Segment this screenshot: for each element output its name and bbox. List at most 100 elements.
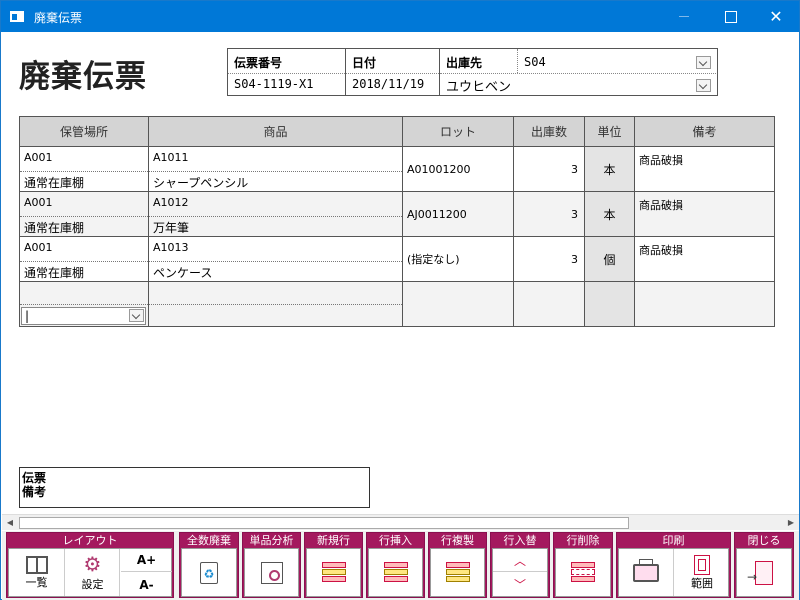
- minimize-button[interactable]: [661, 1, 707, 32]
- copy-row-button[interactable]: [430, 548, 485, 597]
- insert-row-label: 行挿入: [379, 534, 412, 547]
- close-window-button[interactable]: ✕: [753, 1, 799, 32]
- page-title: 廃棄伝票: [19, 59, 147, 95]
- dest-label: 出庫先: [446, 56, 483, 70]
- delete-row-button[interactable]: [555, 548, 611, 597]
- unit-value: 本: [585, 147, 634, 191]
- discard-all-button[interactable]: ♻: [181, 548, 237, 597]
- chevron-down-icon[interactable]: [696, 79, 711, 92]
- slip-no-field[interactable]: S04-1119-X1: [234, 77, 313, 91]
- col-header-location[interactable]: 保管場所: [19, 116, 149, 147]
- scrollbar-thumb[interactable]: [19, 517, 629, 529]
- move-up-button[interactable]: ︿: [493, 549, 547, 572]
- date-field[interactable]: 2018/11/19: [352, 77, 424, 91]
- list-button[interactable]: 一覧: [9, 549, 65, 596]
- memo-label-line2: 備考: [22, 485, 47, 499]
- lot-cell[interactable]: [402, 281, 514, 327]
- window-title: 廃棄伝票: [34, 11, 83, 25]
- location-cell[interactable]: A001 通常在庫棚: [19, 236, 149, 282]
- horizontal-scrollbar[interactable]: ◀ ▶: [2, 514, 799, 530]
- chevron-down-icon[interactable]: [696, 56, 711, 69]
- item-analysis-button[interactable]: [244, 548, 299, 597]
- note-cell[interactable]: 商品破損: [634, 146, 775, 192]
- location-name: 通常在庫棚: [20, 261, 148, 282]
- copy-row-icon: [445, 561, 470, 584]
- col-header-lot[interactable]: ロット: [402, 116, 514, 147]
- print-range-label: 範囲: [691, 576, 713, 590]
- location-code: A001: [24, 151, 53, 164]
- chevron-down-icon[interactable]: [129, 309, 144, 322]
- memo-field[interactable]: 伝票 備考: [19, 467, 370, 508]
- delete-row-icon: [571, 561, 595, 584]
- print-group-body: 範囲: [618, 548, 729, 597]
- chevron-down-icon: ﹀: [513, 578, 526, 592]
- exit-door-icon: →: [747, 560, 773, 585]
- col-header-qty[interactable]: 出庫数: [513, 116, 585, 147]
- insert-row-icon: [383, 561, 408, 584]
- qty-value: 3: [571, 162, 578, 176]
- lot-cell[interactable]: AJ0011200: [402, 191, 514, 237]
- item-cell[interactable]: A1011 シャープペンシル: [148, 146, 403, 192]
- scroll-left-icon[interactable]: ◀: [2, 515, 18, 531]
- new-row-icon: [321, 561, 346, 584]
- font-up-label: A+: [136, 553, 157, 567]
- scroll-right-icon[interactable]: ▶: [783, 515, 799, 531]
- font-down-label: A-: [139, 577, 154, 592]
- app-icon: [10, 11, 24, 22]
- note-cell[interactable]: [634, 281, 775, 327]
- note-cell[interactable]: 商品破損: [634, 191, 775, 237]
- insert-row-group: 行挿入: [366, 532, 425, 598]
- item-cell[interactable]: A1013 ペンケース: [148, 236, 403, 282]
- item-code: A1012: [153, 196, 189, 209]
- item-cell[interactable]: A1012 万年筆: [148, 191, 403, 237]
- copy-row-group: 行複製: [428, 532, 487, 598]
- location-input[interactable]: |: [25, 309, 29, 323]
- dest-code-combo[interactable]: S04: [524, 55, 546, 69]
- lot-cell[interactable]: (指定なし): [402, 236, 514, 282]
- maximize-button[interactable]: [707, 1, 753, 32]
- table-row[interactable]: A001 通常在庫棚 A1012 万年筆 AJ0011200 3 本 商品破損: [19, 191, 775, 237]
- new-row-group: 新規行: [304, 532, 363, 598]
- insert-row-button[interactable]: [368, 548, 423, 597]
- table-row[interactable]: A001 通常在庫棚 A1011 シャープペンシル A01001200 3 本 商品…: [19, 146, 775, 192]
- font-up-button[interactable]: A+: [121, 549, 172, 572]
- layout-group: レイアウト 一覧 ⚙ 設定 A+ A-: [6, 532, 174, 598]
- lot-value: A01001200: [407, 162, 471, 176]
- print-button[interactable]: [619, 549, 674, 596]
- note-value: 商品破損: [639, 154, 683, 167]
- col-header-unit[interactable]: 単位: [584, 116, 635, 147]
- location-cell[interactable]: |: [19, 281, 149, 327]
- new-row[interactable]: |: [19, 281, 775, 327]
- print-range-button[interactable]: 範囲: [675, 549, 729, 596]
- location-cell[interactable]: A001 通常在庫棚: [19, 146, 149, 192]
- qty-cell[interactable]: 3: [513, 236, 585, 282]
- slip-no-cell: 伝票番号 S04-1119-X1: [228, 49, 346, 95]
- date-label: 日付: [352, 56, 377, 70]
- location-combo[interactable]: |: [21, 307, 146, 325]
- new-row-button[interactable]: [306, 548, 361, 597]
- font-down-button[interactable]: A-: [121, 573, 172, 596]
- unit-cell: 本: [584, 146, 635, 192]
- qty-cell[interactable]: 3: [513, 191, 585, 237]
- delete-row-label: 行削除: [566, 534, 600, 547]
- discard-all-group: 全数廃棄 ♻: [179, 532, 239, 598]
- close-button[interactable]: →: [736, 548, 792, 597]
- settings-button[interactable]: ⚙ 設定: [66, 549, 120, 596]
- table-row[interactable]: A001 通常在庫棚 A1013 ペンケース (指定なし) 3 個 商品破損: [19, 236, 775, 282]
- col-header-note[interactable]: 備考: [634, 116, 775, 147]
- recycle-bin-icon: ♻: [200, 561, 218, 584]
- move-down-button[interactable]: ﹀: [493, 573, 547, 596]
- qty-cell[interactable]: [513, 281, 585, 327]
- lot-cell[interactable]: A01001200: [402, 146, 514, 192]
- printer-icon: [633, 558, 659, 582]
- list-label: 一覧: [25, 575, 48, 589]
- col-header-item[interactable]: 商品: [148, 116, 403, 147]
- item-cell[interactable]: [148, 281, 403, 327]
- qty-cell[interactable]: 3: [513, 146, 585, 192]
- title-bar[interactable]: 廃棄伝票 ✕: [1, 1, 799, 32]
- unit-value: 個: [585, 237, 634, 281]
- note-cell[interactable]: 商品破損: [634, 236, 775, 282]
- location-cell[interactable]: A001 通常在庫棚: [19, 191, 149, 237]
- dest-name-combo[interactable]: ユウヒベン: [446, 76, 511, 95]
- print-group-label: 印刷: [662, 534, 685, 547]
